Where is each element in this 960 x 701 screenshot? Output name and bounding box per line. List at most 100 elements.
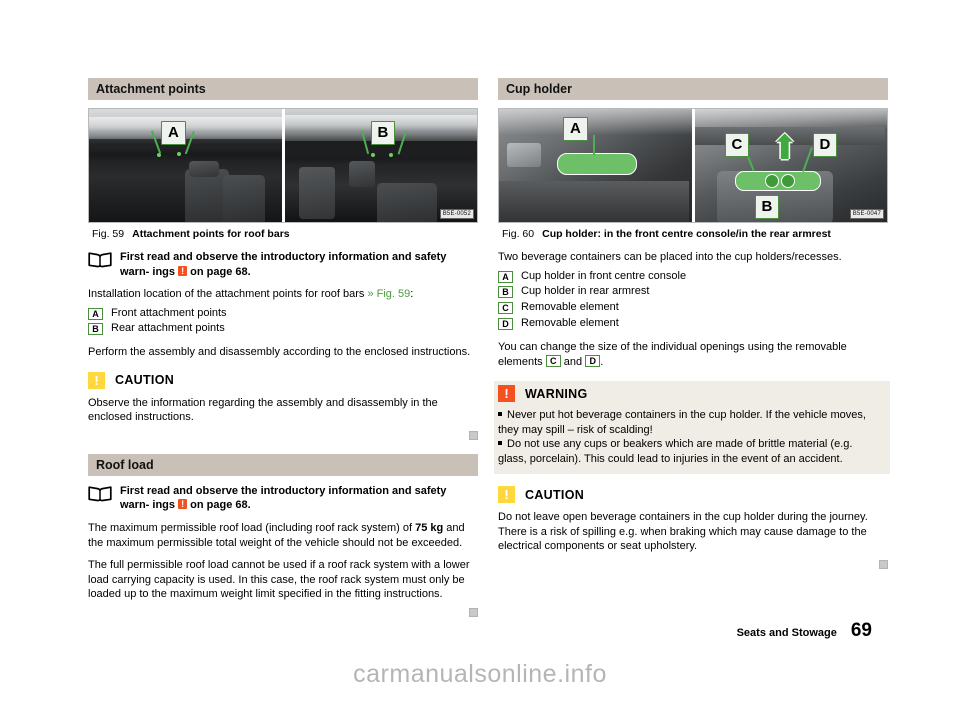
figure-half-rear: B B5E-0052 (281, 109, 477, 222)
legend-letter-c: C (498, 302, 513, 315)
list-item: A Cup holder in front centre console (498, 269, 888, 285)
legend-text-c: Removable element (521, 301, 619, 314)
figure-callout-a: A (161, 121, 186, 145)
figure-callout-b: B (370, 121, 396, 145)
figure-attachment-points: A B B5E-0052 Fig. 59 Attachment points f… (88, 108, 478, 242)
caution-note-right: ! CAUTION Do not leave open beverage con… (498, 486, 888, 569)
figure-title: Attachment points for roof bars (132, 228, 290, 240)
page-footer: Seats and Stowage 69 (737, 620, 872, 642)
caution-note-left: ! CAUTION Observe the information regard… (88, 371, 478, 440)
caution-header-right: ! CAUTION (498, 486, 888, 504)
read-first-line2-suffix: on page 68. (190, 499, 251, 512)
section-heading-cup-holder: Cup holder (498, 78, 888, 100)
list-item: B Cup holder in rear armrest (498, 284, 888, 300)
read-first-line2-suffix: on page 68. (190, 265, 251, 278)
list-item: C Removable element (498, 300, 888, 316)
intro-paragraph-attachment: Installation location of the attachment … (88, 287, 478, 302)
closing-period: . (600, 355, 604, 368)
roof-load-paragraph-1: The maximum permissible roof load (inclu… (88, 521, 478, 550)
legend-text-a: Front attachment points (111, 306, 227, 319)
caution-header-left: ! CAUTION (88, 371, 478, 389)
cup-holder-highlight-front (557, 153, 637, 175)
figure-image-cup-holder: A ⬆ C D B B5E-0047 (498, 108, 888, 223)
read-first-note-2: First read and observe the introductory … (88, 484, 478, 513)
cross-reference-fig-59[interactable]: » Fig. 59 (367, 288, 410, 300)
legend-letter-d: D (498, 318, 513, 331)
legend-letter-b: B (88, 323, 103, 336)
caution-title: CAUTION (115, 373, 175, 388)
watermark: carmanualsonline.info (353, 660, 607, 688)
warning-bullet-1-text: Never put hot beverage containers in the… (498, 409, 866, 436)
legend-letter-b: B (498, 286, 513, 299)
warning-note: ! WARNING Never put hot beverage contain… (494, 381, 890, 475)
closing-letter-c: C (545, 354, 561, 367)
list-item: B Rear attachment points (88, 321, 478, 337)
caution-body-right: Do not leave open beverage containers in… (498, 511, 868, 553)
manual-page: Attachment points A B B5E-0052 Fig. 59 A… (0, 0, 960, 701)
roof-load-weight: 75 kg (415, 522, 444, 534)
intro-colon: : (410, 288, 414, 301)
list-item: A Front attachment points (88, 306, 478, 322)
figure-image-roof-bars: A B B5E-0052 (88, 108, 478, 223)
footer-section-title: Seats and Stowage (736, 627, 837, 639)
closing-and: and (563, 355, 583, 368)
caution-icon: ! (88, 371, 105, 389)
end-of-section-marker (469, 430, 478, 440)
warning-bullet-1: Never put hot beverage containers in the… (498, 408, 884, 437)
warning-bullet-2-text: Do not use any cups or beakers which are… (498, 438, 853, 465)
intro-text: Installation location of the attachment … (88, 288, 365, 301)
end-of-section-marker (879, 559, 888, 569)
open-book-icon (88, 251, 112, 273)
figure-half-front-console: A (499, 109, 692, 222)
figure-image-code: B5E-0052 (439, 209, 474, 219)
up-arrow-icon: ⬆ (770, 129, 800, 167)
read-first-note-1: First read and observe the introductory … (88, 250, 478, 279)
read-first-text-1: First read and observe the introductory … (120, 250, 478, 279)
read-first-line2-prefix: ings (152, 499, 176, 512)
cup-holder-closing: You can change the size of the individua… (498, 340, 888, 369)
figure-callout-c: C (724, 133, 750, 157)
inline-warning-badge: ! (178, 265, 188, 276)
roof-load-p1-before: The maximum permissible roof load (inclu… (88, 522, 413, 534)
caution-body-left: Observe the information regarding the as… (88, 396, 438, 424)
figure-half-front: A (89, 109, 282, 222)
section-heading-attachment-points: Attachment points (88, 78, 478, 100)
read-first-line2-prefix: ings (152, 265, 176, 278)
read-first-text-2: First read and observe the introductory … (120, 484, 478, 513)
footer-page-number: 69 (850, 620, 872, 641)
end-of-section-marker (469, 607, 478, 617)
section-heading-roof-load: Roof load (88, 453, 478, 476)
figure-cup-holder: A ⬆ C D B B5E-0047 Fig. 60 Cup holder: i… (498, 108, 888, 242)
warning-icon: ! (498, 385, 515, 403)
cup-holder-intro: Two beverage containers can be placed in… (498, 251, 842, 263)
figure-callout-b: B (754, 195, 780, 219)
figure-image-code: B5E-0047 (849, 209, 884, 219)
warning-title: WARNING (525, 386, 588, 401)
left-column: Attachment points A B B5E-0052 Fig. 59 A… (88, 78, 478, 617)
figure-caption-59: Fig. 59 Attachment points for roof bars (88, 223, 478, 242)
removable-element-d (780, 174, 795, 188)
legend-text-a: Cup holder in front centre console (521, 269, 687, 282)
closing-letter-d: D (585, 354, 601, 367)
legend-list-cup-holder: A Cup holder in front centre console B C… (498, 269, 888, 333)
legend-text-d: Removable element (521, 317, 619, 330)
figure-number: Fig. 59 (92, 228, 125, 240)
figure-half-rear-armrest: ⬆ C D B B5E-0047 (691, 109, 887, 222)
list-item: D Removable element (498, 316, 888, 332)
legend-letter-a: A (88, 307, 103, 320)
legend-text-b: Rear attachment points (111, 322, 225, 335)
warning-header: ! WARNING (498, 385, 884, 403)
figure-caption-60: Fig. 60 Cup holder: in the front centre c… (498, 223, 888, 242)
removable-element-c (764, 174, 779, 188)
open-book-icon (88, 485, 112, 507)
inline-warning-badge: ! (178, 499, 188, 510)
legend-list-attachment: A Front attachment points B Rear attachm… (88, 306, 478, 338)
figure-title: Cup holder: in the front centre console/… (542, 228, 831, 240)
legend-text-b: Cup holder in rear armrest (521, 285, 650, 298)
caution-title: CAUTION (525, 487, 585, 502)
bullet-square-icon (498, 441, 502, 446)
roof-load-paragraph-2: The full permissible roof load cannot be… (88, 559, 470, 601)
warning-body: Never put hot beverage containers in the… (498, 408, 884, 466)
legend-letter-a: A (498, 270, 513, 283)
figure-callout-d: D (812, 133, 838, 157)
